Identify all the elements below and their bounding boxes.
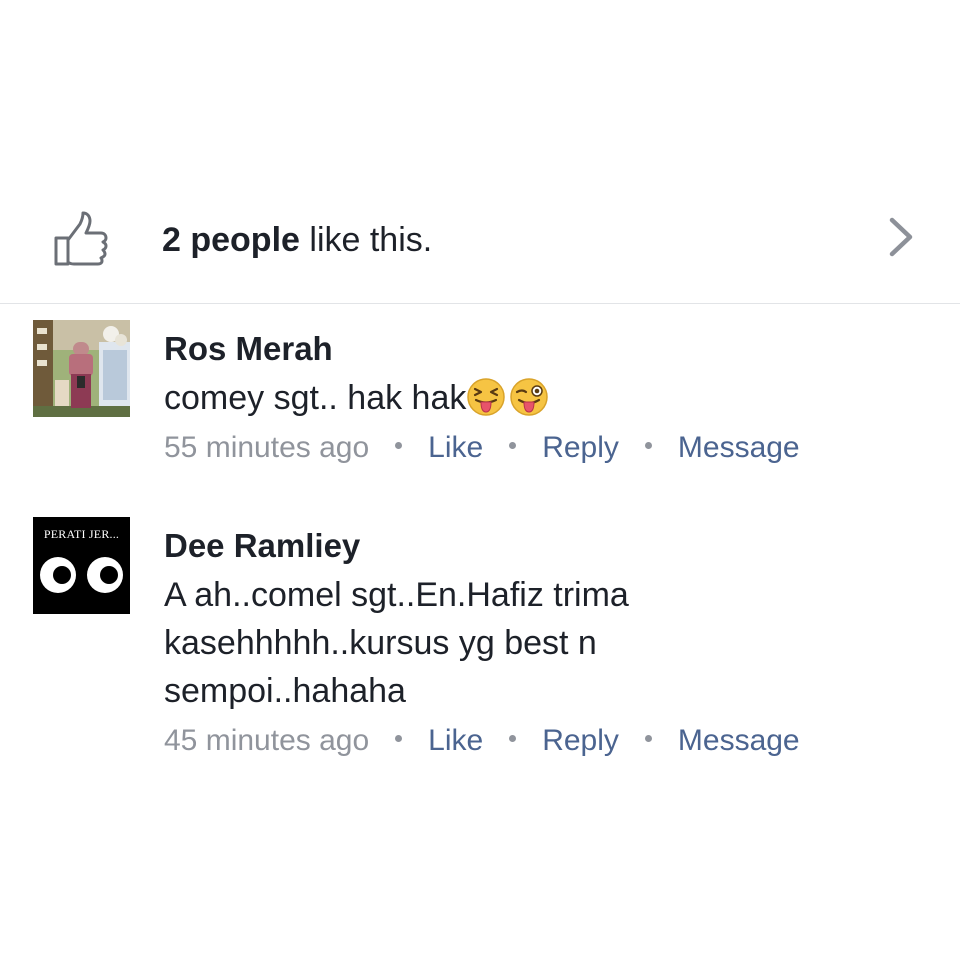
thumbs-up-icon	[54, 211, 108, 266]
separator-dot	[644, 441, 652, 449]
comments-screen: 2 people like this. Ros Merah comey sgt.…	[0, 0, 960, 960]
reply-link[interactable]: Reply	[542, 431, 619, 464]
message-link[interactable]: Message	[678, 724, 800, 757]
comment-author[interactable]: Dee Ramliey	[164, 525, 904, 567]
likes-suffix: like this.	[299, 221, 433, 259]
chevron-right-icon[interactable]	[886, 216, 916, 258]
comment-timestamp: 55 minutes ago	[164, 431, 370, 464]
separator-dot	[395, 441, 403, 449]
like-link[interactable]: Like	[428, 724, 483, 757]
separator-dot	[644, 734, 652, 742]
comment-body: Dee Ramliey A ah..comel sgt..En.Hafiz tr…	[164, 525, 904, 761]
comment-meta: 55 minutes ago Like Reply Message	[164, 428, 904, 468]
avatar-photo	[33, 320, 130, 417]
comment-text-content: comey sgt.. hak hak	[164, 379, 467, 417]
separator-dot	[395, 734, 403, 742]
separator-dot	[509, 441, 517, 449]
separator-dot	[509, 734, 517, 742]
comment-text: A ah..comel sgt..En.Hafiz trima kasehhhh…	[164, 576, 629, 710]
comment-text: comey sgt.. hak hak	[164, 374, 724, 422]
comment-meta: 45 minutes ago Like Reply Message	[164, 721, 904, 761]
avatar[interactable]	[33, 320, 130, 417]
reply-link[interactable]: Reply	[542, 724, 619, 757]
likes-count: 2 people	[162, 221, 300, 259]
likes-count-text: 2 people like this.	[162, 220, 432, 260]
likes-summary-row[interactable]: 2 people like this.	[0, 198, 960, 304]
comment-timestamp: 45 minutes ago	[164, 724, 370, 757]
message-link[interactable]: Message	[678, 431, 800, 464]
eyes-icon	[40, 557, 123, 593]
like-link[interactable]: Like	[428, 431, 483, 464]
avatar[interactable]: PERATI JER...	[33, 517, 130, 614]
comment-author[interactable]: Ros Merah	[164, 328, 904, 370]
winking-tongue-face-emoji	[510, 378, 549, 416]
squinting-tongue-face-emoji	[467, 378, 506, 416]
comment-body: Ros Merah comey sgt.. hak hak 55 minutes	[164, 328, 904, 468]
